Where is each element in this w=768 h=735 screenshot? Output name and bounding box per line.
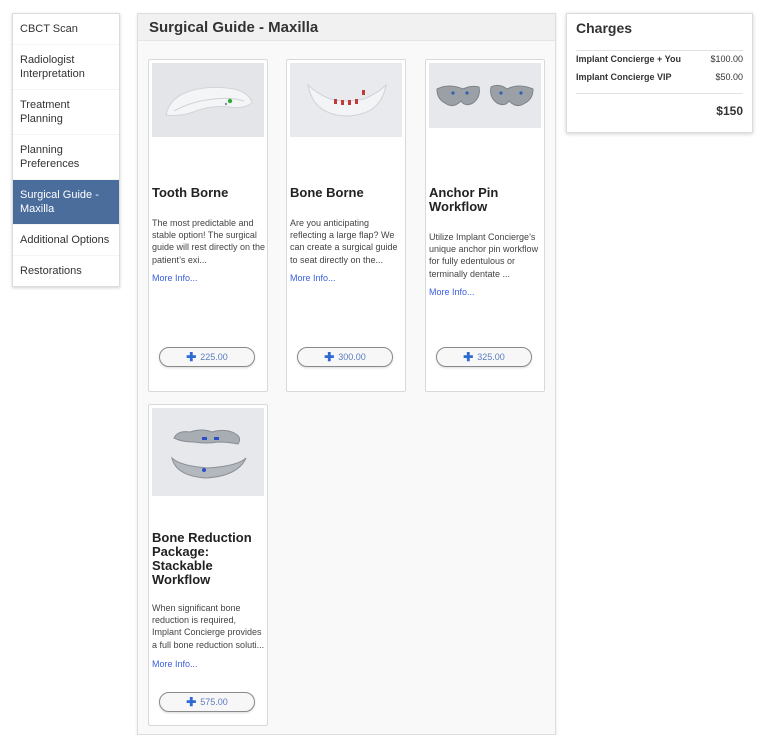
price-label: 225.00: [200, 352, 228, 362]
page-title: Surgical Guide - Maxilla: [149, 19, 319, 36]
plus-icon: ✚: [186, 695, 197, 709]
product-card-bone-reduction: Bone Reduction Package: Stackable Workfl…: [148, 404, 268, 726]
tooth-borne-guide-image: [152, 63, 264, 137]
nav-item-cbct-scan[interactable]: CBCT Scan: [13, 14, 119, 45]
nav-item-surgical-guide-maxilla[interactable]: Surgical Guide - Maxilla: [13, 180, 119, 225]
charge-amount: $100.00: [710, 54, 743, 64]
nav-item-treatment-planning[interactable]: Treatment Planning: [13, 90, 119, 135]
nav-item-restorations[interactable]: Restorations: [13, 256, 119, 286]
card-description: The most predictable and stable option! …: [152, 218, 266, 265]
plus-icon: ✚: [463, 350, 474, 364]
card-title: Anchor Pin Workflow: [429, 185, 499, 214]
nav-item-radiologist-interpretation[interactable]: Radiologist Interpretation: [13, 45, 119, 90]
charges-total: $150: [716, 104, 743, 118]
charges-panel: Charges Implant Concierge + You $100.00 …: [566, 13, 753, 133]
price-label: 300.00: [338, 352, 366, 362]
charge-label: Implant Concierge VIP: [576, 72, 672, 82]
more-info-link[interactable]: More Info...: [152, 659, 198, 669]
plus-icon: ✚: [324, 350, 335, 364]
product-card-tooth-borne: Tooth Borne The most predictable and sta…: [148, 59, 268, 392]
nav-item-planning-preferences[interactable]: Planning Preferences: [13, 135, 119, 180]
more-info-link[interactable]: More Info...: [290, 273, 336, 283]
plus-icon: ✚: [186, 350, 197, 364]
add-tooth-borne-button[interactable]: ✚ 225.00: [159, 347, 255, 367]
product-card-bone-borne: Bone Borne Are you anticipating reflecti…: [286, 59, 406, 392]
charge-row: Implant Concierge VIP $50.00: [576, 72, 743, 82]
charge-amount: $50.00: [715, 72, 743, 82]
bone-borne-guide-image: [290, 63, 402, 137]
card-title: Tooth Borne: [152, 185, 229, 200]
anchor-pin-guide-image: [429, 63, 541, 128]
price-label: 325.00: [477, 352, 505, 362]
card-description: When significant bone reduction is requi…: [152, 603, 265, 650]
add-bone-borne-button[interactable]: ✚ 300.00: [297, 347, 393, 367]
charge-label: Implant Concierge + You: [576, 54, 681, 64]
product-card-anchor-pin: Anchor Pin Workflow Utilize Implant Conc…: [425, 59, 545, 392]
left-nav: CBCT Scan Radiologist Interpretation Tre…: [12, 13, 120, 287]
price-label: 575.00: [200, 697, 228, 707]
card-title: Bone Reduction Package: Stackable Workfl…: [152, 530, 252, 587]
add-bone-reduction-button[interactable]: ✚ 575.00: [159, 692, 255, 712]
product-panel: Surgical Guide - Maxilla Tooth Borne The…: [137, 13, 556, 735]
charges-title: Charges: [576, 20, 633, 36]
add-anchor-pin-button[interactable]: ✚ 325.00: [436, 347, 532, 367]
card-description: Utilize Implant Concierge’s unique ancho…: [429, 232, 539, 279]
divider: [576, 93, 743, 94]
more-info-link[interactable]: More Info...: [429, 287, 475, 297]
nav-item-additional-options[interactable]: Additional Options: [13, 225, 119, 256]
more-info-link[interactable]: More Info...: [152, 273, 198, 283]
charge-row: Implant Concierge + You $100.00: [576, 54, 743, 64]
card-description: Are you anticipating reflecting a large …: [290, 218, 398, 265]
card-title: Bone Borne: [290, 185, 364, 200]
stackable-guide-image: [152, 408, 264, 496]
divider: [576, 50, 743, 51]
